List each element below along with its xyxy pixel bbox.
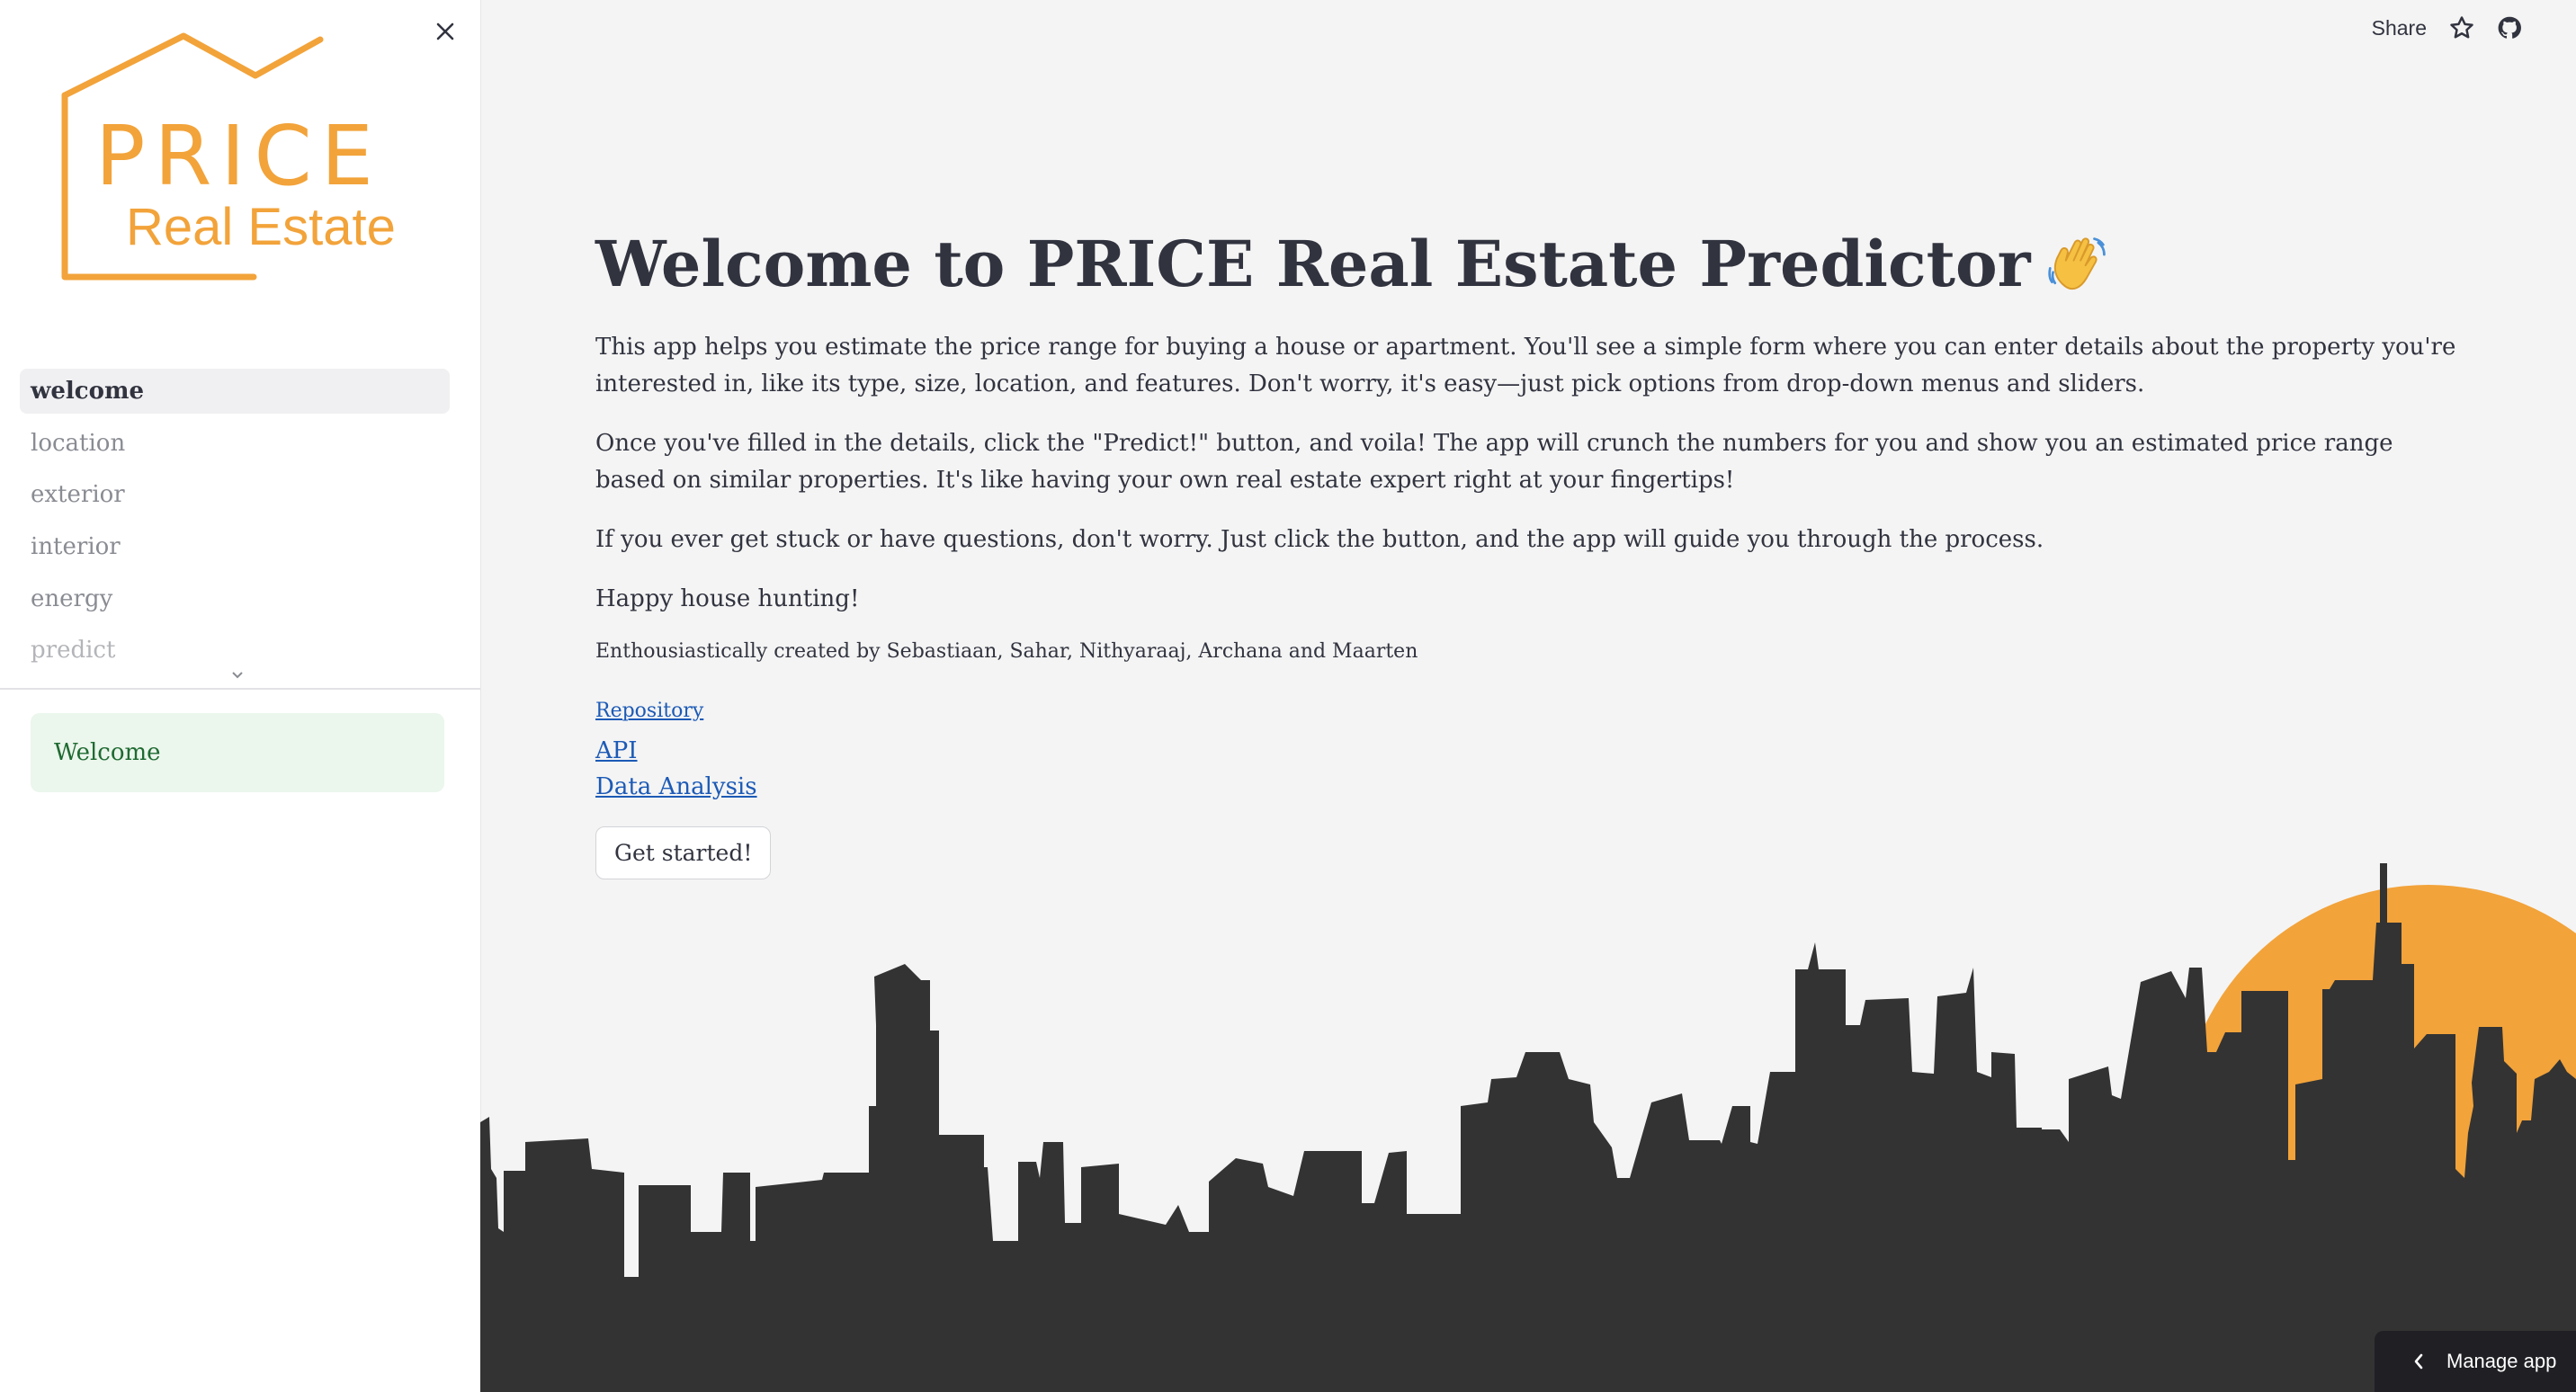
- get-started-button[interactable]: Get started!: [595, 825, 772, 879]
- star-icon: [2450, 16, 2473, 39]
- manage-app-label: Manage app: [2446, 1350, 2557, 1372]
- page-title-text: Welcome to PRICE Real Estate Predictor: [595, 227, 2031, 301]
- closing-paragraph: Happy house hunting!: [595, 584, 860, 612]
- share-button[interactable]: Share: [2372, 16, 2427, 40]
- waving-hand-icon: [2047, 236, 2106, 290]
- github-button[interactable]: [2497, 15, 2522, 40]
- page-navigation: welcome location exterior interior energ…: [20, 369, 450, 680]
- skyline-silhouette: [480, 863, 2576, 1392]
- manage-app-button[interactable]: Manage app: [2375, 1331, 2576, 1392]
- price-real-estate-logo: PRICE Real Estate: [32, 32, 401, 284]
- nav-item-location[interactable]: location: [20, 421, 450, 466]
- api-link[interactable]: API: [595, 733, 2466, 769]
- help-paragraph: If you ever get stuck or have questions,…: [595, 525, 2044, 553]
- logo-word-real-estate: Real Estate: [126, 198, 396, 256]
- logo-word-price: PRICE: [95, 108, 382, 204]
- predict-paragraph: Once you've filled in the details, click…: [595, 429, 2393, 494]
- chevron-down-icon: [232, 672, 243, 679]
- close-icon: [436, 22, 454, 40]
- repository-link[interactable]: Repository: [595, 699, 2466, 724]
- data-analysis-link[interactable]: Data Analysis: [595, 769, 2466, 805]
- header-actions: Share: [2372, 14, 2522, 41]
- sidebar: PRICE Real Estate welcome location exter…: [0, 0, 481, 1392]
- intro-paragraph: This app helps you estimate the price ra…: [595, 333, 2456, 397]
- nav-item-welcome[interactable]: welcome: [20, 369, 450, 414]
- nav-item-exterior[interactable]: exterior: [20, 472, 450, 517]
- main-content: Welcome to PRICE Real Estate Predictor T…: [595, 225, 2466, 879]
- nav-item-interior[interactable]: interior: [20, 524, 450, 569]
- sidebar-divider: [0, 688, 480, 690]
- nav-item-energy[interactable]: energy: [20, 576, 450, 621]
- credits-text: Enthousiastically created by Sebastiaan,…: [595, 639, 1418, 663]
- github-icon: [2498, 16, 2521, 39]
- favorite-button[interactable]: [2448, 14, 2475, 41]
- close-sidebar-button[interactable]: [430, 16, 461, 47]
- chevron-left-icon: [2414, 1353, 2423, 1370]
- page-title: Welcome to PRICE Real Estate Predictor: [595, 225, 2466, 304]
- welcome-alert: Welcome: [31, 713, 444, 792]
- nav-expand-button[interactable]: [230, 664, 245, 686]
- city-skyline-illustration: [480, 863, 2576, 1392]
